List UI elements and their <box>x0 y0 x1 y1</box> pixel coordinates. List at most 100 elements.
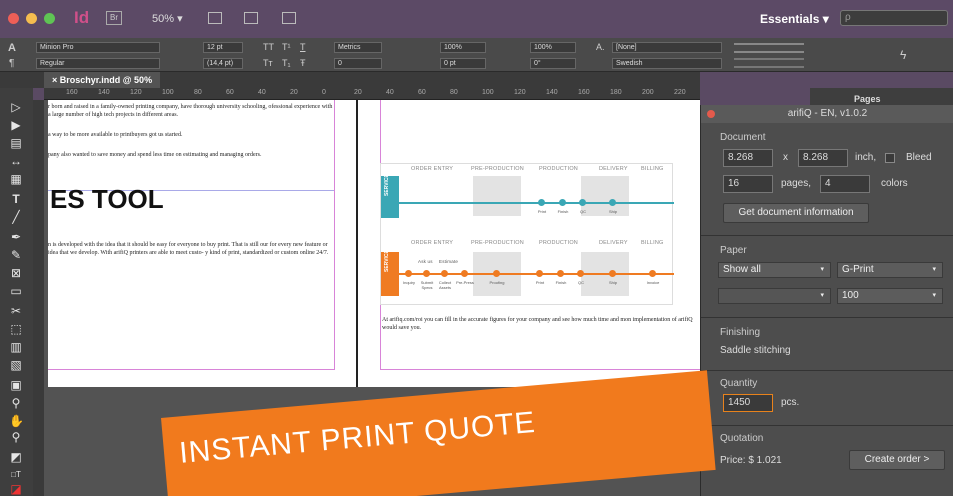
line-tool-icon[interactable]: ╱ <box>9 210 23 224</box>
gradient-tool-icon[interactable]: ▥ <box>9 340 23 354</box>
create-order-button[interactable]: Create order > <box>849 450 945 470</box>
font-style-field[interactable]: Regular <box>36 58 160 69</box>
close-panel-button[interactable] <box>707 110 715 118</box>
type-tool-icon[interactable]: T <box>9 192 23 206</box>
selection-tool-icon[interactable]: ▷ <box>9 100 23 114</box>
font-family-field[interactable]: Minion Pro <box>36 42 160 53</box>
paper-type-select[interactable]: G-Print ▾ <box>837 262 943 278</box>
kerning-field[interactable]: Metrics <box>334 42 382 53</box>
close-window-button[interactable] <box>8 13 19 24</box>
zoom-window-button[interactable] <box>44 13 55 24</box>
leading-field[interactable]: (14,4 pt) <box>203 58 243 69</box>
paper-sub-select[interactable]: ▾ <box>718 288 831 304</box>
ruler-tick-label: 160 <box>578 89 590 96</box>
pages-panel-tab[interactable]: Pages <box>854 94 881 104</box>
page-tool-icon[interactable]: ▤ <box>9 136 23 150</box>
price-text: Price: $ 1.021 <box>720 455 782 466</box>
rectangle-frame-tool-icon[interactable]: ⊠ <box>9 266 23 280</box>
strikethrough-button[interactable]: Ŧ <box>300 58 306 68</box>
margin-guide <box>334 100 335 370</box>
hand-tool-icon[interactable]: ✋ <box>9 414 24 428</box>
eyedropper-tool-icon[interactable]: ⚲ <box>9 396 23 410</box>
character-mode-button[interactable]: A <box>8 42 16 54</box>
get-document-info-button[interactable]: Get document information <box>723 203 869 223</box>
baseline-shift-field[interactable]: 0 pt <box>440 58 486 69</box>
lightning-icon[interactable]: ϟ <box>900 48 906 62</box>
justify-buttons[interactable] <box>734 58 804 68</box>
flow-node-label: QC <box>580 209 586 214</box>
vertical-ruler[interactable] <box>33 100 44 496</box>
apply-none-icon[interactable]: ◪ <box>9 482 23 496</box>
vertical-scale-field[interactable]: 100% <box>440 42 486 53</box>
minimize-window-button[interactable] <box>26 13 37 24</box>
free-transform-tool-icon[interactable]: ⬚ <box>9 322 23 336</box>
skew-field[interactable]: 0° <box>530 58 576 69</box>
ruler-tick-label: 100 <box>482 89 494 96</box>
pages-input[interactable]: 16 <box>723 175 773 193</box>
pages-label: pages, <box>781 178 812 189</box>
ruler-tick-label: 40 <box>258 89 266 96</box>
flow-node-label: QC <box>578 280 584 285</box>
body-paragraph[interactable]: a way to be more available to printbuyer… <box>48 131 336 139</box>
apply-color-icon[interactable]: □T <box>9 468 23 482</box>
scissors-tool-icon[interactable]: ✂ <box>9 304 23 318</box>
section-divider <box>701 235 953 236</box>
paper-weight-select[interactable]: 100 ▾ <box>837 288 943 304</box>
document-tab[interactable]: × Broschyr.indd @ 50% <box>44 72 161 88</box>
font-size-field[interactable]: 12 pt <box>203 42 243 53</box>
zoom-level-select[interactable]: 50% ▾ <box>152 12 183 25</box>
height-input[interactable]: 8.268 <box>798 149 848 167</box>
body-paragraph[interactable]: n is developed with the idea that it sho… <box>48 241 336 257</box>
pages-panel-header[interactable]: Pages <box>810 88 953 105</box>
service-flow-graphic[interactable]: ORDER ENTRY PRE-PRODUCTION PRODUCTION DE… <box>380 163 674 305</box>
horizontal-scale-field[interactable]: 100% <box>530 42 576 53</box>
bridge-button[interactable]: Br <box>106 11 122 25</box>
body-paragraph[interactable]: At arifiq.com/roi you can fill in the ac… <box>382 316 700 332</box>
quantity-input[interactable]: 1450 <box>723 394 773 412</box>
colors-input[interactable]: 4 <box>820 175 870 193</box>
note-tool-icon[interactable]: ▣ <box>9 378 23 392</box>
alignment-buttons[interactable] <box>734 43 804 53</box>
character-style-field[interactable]: [None] <box>612 42 722 53</box>
arrange-documents-icon[interactable] <box>282 12 296 24</box>
close-tab-icon[interactable]: × <box>52 75 60 85</box>
language-field[interactable]: Swedish <box>612 58 722 69</box>
ruler-tick-label: 120 <box>130 89 142 96</box>
flow-node <box>405 270 412 277</box>
pencil-tool-icon[interactable]: ✎ <box>9 248 23 262</box>
width-input[interactable]: 8.268 <box>723 149 773 167</box>
workspace-switcher[interactable]: Essentials ▾ <box>760 12 829 26</box>
all-caps-button[interactable]: TT <box>263 42 274 52</box>
small-caps-button[interactable]: Tт <box>263 58 273 68</box>
superscript-button[interactable]: T¹ <box>282 42 291 52</box>
screen-mode-icon[interactable] <box>244 12 258 24</box>
rectangle-tool-icon[interactable]: ▭ <box>9 284 23 298</box>
control-panel: A ¶ Minion Pro Regular 12 pt (14,4 pt) T… <box>0 38 953 72</box>
search-input[interactable]: ρ <box>840 10 948 26</box>
view-options-icon[interactable] <box>208 12 222 24</box>
bottom-margin-guide <box>380 369 700 370</box>
fill-stroke-swatch-icon[interactable]: ◩ <box>9 450 23 464</box>
heading-text[interactable]: ES TOOL <box>50 184 164 215</box>
ruler-tick-label: 180 <box>610 89 622 96</box>
body-paragraph[interactable]: pany also wanted to save money and spend… <box>48 151 336 159</box>
underline-button[interactable]: T <box>300 42 306 52</box>
zoom-tool-icon[interactable]: ⚲ <box>9 430 23 444</box>
gap-tool-icon[interactable]: ↔ <box>9 154 23 168</box>
body-paragraph[interactable]: r born and raised in a family-owned prin… <box>48 103 336 119</box>
paragraph-mode-button[interactable]: ¶ <box>9 58 14 69</box>
indesign-logo: Id <box>74 8 90 27</box>
quantity-unit-label: pcs. <box>781 397 800 408</box>
service-bar-bottom: SERVICE <box>381 250 399 296</box>
gradient-feather-tool-icon[interactable]: ▧ <box>9 358 23 372</box>
document-section-label: Document <box>720 132 766 143</box>
subscript-button[interactable]: T₁ <box>282 58 291 68</box>
horizontal-ruler[interactable]: 160 140 120 100 80 60 40 20 0 20 40 60 80 100 120 140 16… <box>44 88 700 100</box>
finishing-section-label: Finishing <box>720 327 761 338</box>
tracking-field[interactable]: 0 <box>334 58 382 69</box>
pen-tool-icon[interactable]: ✒ <box>9 230 23 244</box>
bleed-checkbox[interactable] <box>885 153 895 163</box>
content-collector-icon[interactable]: ▦ <box>9 172 23 186</box>
direct-selection-tool-icon[interactable]: ▶ <box>9 118 23 132</box>
paper-filter-select[interactable]: Show all ▾ <box>718 262 831 278</box>
